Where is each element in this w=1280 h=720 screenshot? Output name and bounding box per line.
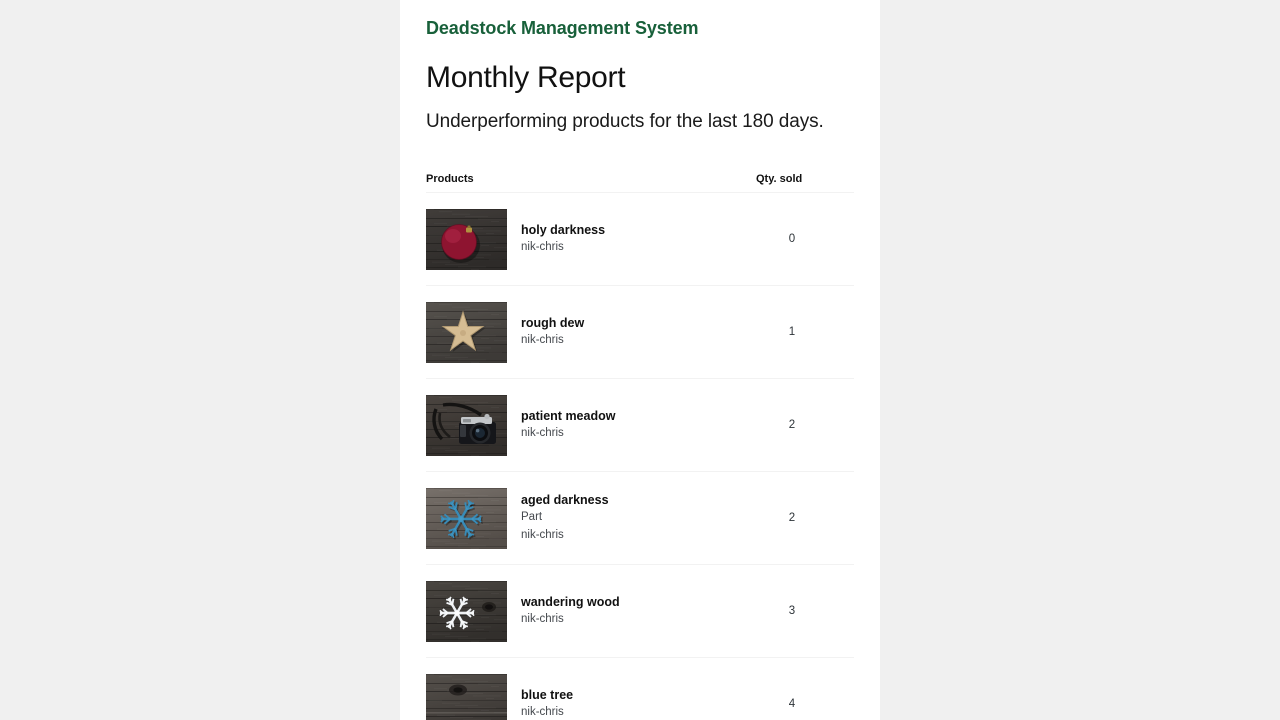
product-qty-sold: 1 <box>788 326 796 338</box>
product-vendor: nik-chris <box>521 529 564 541</box>
product-info: wandering wood nik-chris <box>507 594 756 628</box>
table-row[interactable]: rough dew nik-chris 1 <box>426 286 854 379</box>
table-row[interactable]: blue tree nik-chris 4 <box>426 658 854 720</box>
product-thumbnail-white-snowflake-on-wood <box>426 580 507 642</box>
product-info: aged darkness Part nik-chris <box>507 492 756 544</box>
product-list: holy darkness nik-chris 0 rough dew nik-chri… <box>426 192 854 720</box>
product-thumbnail-starfish-on-wood <box>426 301 507 363</box>
product-info: blue tree nik-chris <box>507 687 756 720</box>
product-thumbnail-blue-snowflake-on-wood <box>426 487 507 549</box>
product-qty-sold: 0 <box>788 233 796 245</box>
product-title[interactable]: blue tree <box>521 687 756 703</box>
product-vendor: nik-chris <box>521 613 564 625</box>
product-thumbnail-red-ornament-on-wood <box>426 208 507 270</box>
product-qty-sold: 3 <box>788 605 796 617</box>
table-row[interactable]: aged darkness Part nik-chris 2 <box>426 472 854 565</box>
product-title[interactable]: aged darkness <box>521 492 756 508</box>
product-vendor: nik-chris <box>521 427 564 439</box>
report-card: Deadstock Management System Monthly Repo… <box>400 0 880 720</box>
app-brand-title: Deadstock Management System <box>426 18 699 38</box>
column-header-products: Products <box>426 173 474 185</box>
product-variant: Part <box>521 511 543 523</box>
table-row[interactable]: patient meadow nik-chris 2 <box>426 379 854 472</box>
product-title[interactable]: rough dew <box>521 315 756 331</box>
product-title[interactable]: wandering wood <box>521 594 756 610</box>
table-row[interactable]: wandering wood nik-chris 3 <box>426 565 854 658</box>
product-info: rough dew nik-chris <box>507 315 756 349</box>
product-info: patient meadow nik-chris <box>507 408 756 442</box>
report-page: Deadstock Management System Monthly Repo… <box>0 0 1280 720</box>
table-row[interactable]: holy darkness nik-chris 0 <box>426 193 854 286</box>
product-vendor: nik-chris <box>521 334 564 346</box>
product-thumbnail-plain-wood <box>426 673 507 720</box>
product-title[interactable]: holy darkness <box>521 222 756 238</box>
report-card-inner: Deadstock Management System Monthly Repo… <box>400 0 880 720</box>
report-subtitle: Underperforming products for the last 18… <box>426 111 824 132</box>
product-title[interactable]: patient meadow <box>521 408 756 424</box>
table-header-row: Products Qty. sold <box>426 173 854 192</box>
product-qty-sold: 2 <box>788 512 796 524</box>
product-qty-sold: 4 <box>788 698 796 710</box>
product-vendor: nik-chris <box>521 706 564 718</box>
product-qty-sold: 2 <box>788 419 796 431</box>
page-title: Monthly Report <box>426 61 626 94</box>
product-thumbnail-vintage-camera-on-wood <box>426 394 507 456</box>
column-header-qty-sold: Qty. sold <box>756 173 803 185</box>
product-vendor: nik-chris <box>521 241 564 253</box>
product-info: holy darkness nik-chris <box>507 222 756 256</box>
